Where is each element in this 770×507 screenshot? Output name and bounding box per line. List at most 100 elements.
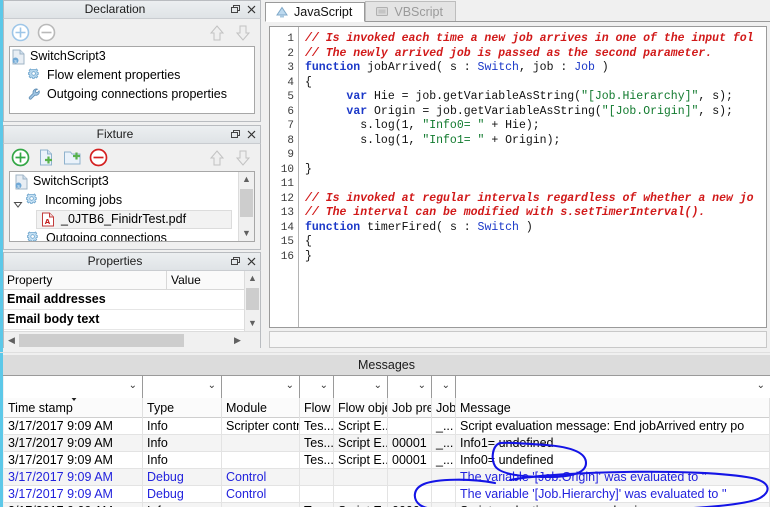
chevron-down-icon: ⌄ xyxy=(128,380,137,391)
cell-timestamp: 3/17/2017 9:09 AM xyxy=(4,469,143,485)
cell-type: Info xyxy=(143,435,222,451)
fixture-vertical-scrollbar[interactable]: ▲ ▼ xyxy=(238,172,254,241)
code-token: Hie = job.getVariableAsString( xyxy=(374,90,582,103)
column-header-property[interactable]: Property xyxy=(4,271,167,289)
tree-item-switchscript3[interactable]: s SwitchScript3 xyxy=(10,47,254,66)
editor-horizontal-scrollbar[interactable] xyxy=(269,331,767,348)
column-header-job[interactable]: Job xyxy=(432,398,456,418)
properties-row[interactable]: Email body text xyxy=(4,310,260,330)
close-icon[interactable] xyxy=(246,4,257,15)
gear-icon xyxy=(25,192,42,209)
cell-module xyxy=(222,503,300,507)
tree-item-switchscript3[interactable]: s SwitchScript3 xyxy=(10,172,254,191)
messages-filter-row: ⌄ ⌄ ⌄ ⌄ ⌄ ⌄ ⌄ ⌄ xyxy=(4,376,770,398)
filter-dropdown-job[interactable]: ⌄ xyxy=(432,376,456,398)
remove-icon[interactable] xyxy=(36,22,57,43)
filter-dropdown-type[interactable]: ⌄ xyxy=(143,376,222,398)
cell-module: Scripter control xyxy=(222,418,300,434)
properties-horizontal-scrollbar[interactable]: ◀ ▶ xyxy=(4,331,260,349)
column-header-job-pre[interactable]: Job pre xyxy=(388,398,432,418)
scroll-down-button[interactable]: ▼ xyxy=(245,316,260,331)
tree-item-flow-element-properties[interactable]: Flow element properties xyxy=(10,66,254,85)
move-up-icon[interactable] xyxy=(206,22,228,44)
table-row[interactable]: 3/17/2017 9:09 AMInfoScripter controlTes… xyxy=(4,418,770,435)
table-row[interactable]: 3/17/2017 9:09 AMInfo Tes...Script E...00… xyxy=(4,452,770,469)
fixture-tree[interactable]: s SwitchScript3 Incoming jobs A _0JTB6_F… xyxy=(9,171,255,242)
code-line: } xyxy=(305,163,766,178)
code-token: ) xyxy=(518,220,533,234)
add-file-icon[interactable] xyxy=(36,147,57,168)
float-icon[interactable] xyxy=(229,4,240,15)
declaration-toolbar xyxy=(4,19,260,46)
add-icon[interactable] xyxy=(10,22,31,43)
float-icon[interactable] xyxy=(229,129,240,140)
line-number: 16 xyxy=(280,250,294,263)
cell-job-prefix xyxy=(388,486,432,502)
properties-grid[interactable]: Property Value Email addresses Email bod… xyxy=(3,270,261,349)
column-header-label: Flow obje xyxy=(338,401,388,415)
code-token: // The newly arrived job is passed as th… xyxy=(305,46,713,60)
cell-job-prefix: 00001 xyxy=(388,503,432,507)
tab-javascript[interactable]: JavaScript xyxy=(265,2,366,22)
scroll-thumb[interactable] xyxy=(240,189,253,217)
scroll-left-button[interactable]: ◀ xyxy=(4,333,19,348)
tree-item-pdf-file[interactable]: A _0JTB6_FinidrTest.pdf xyxy=(36,210,232,229)
code-text-area[interactable]: // Is invoked each time a new job arrive… xyxy=(299,27,766,327)
filter-dropdown-flow-obje[interactable]: ⌄ xyxy=(334,376,388,398)
code-line: // The newly arrived job is passed as th… xyxy=(305,47,766,62)
fixture-panel-titlebar: Fixture xyxy=(3,125,261,143)
filter-dropdown-module[interactable]: ⌄ xyxy=(222,376,300,398)
column-header-flow-obje[interactable]: Flow obje xyxy=(334,398,388,418)
cell-flow-object: Script E... xyxy=(334,418,388,434)
scroll-right-button[interactable]: ▶ xyxy=(230,333,245,348)
column-header-flow[interactable]: Flow xyxy=(300,398,334,418)
cell-type: Debug xyxy=(143,469,222,485)
remove-icon[interactable] xyxy=(88,147,109,168)
properties-vertical-scrollbar[interactable]: ▲ ▼ xyxy=(244,271,260,331)
column-header-type[interactable]: Type xyxy=(143,398,222,418)
move-up-icon[interactable] xyxy=(206,147,228,169)
code-token: , s); xyxy=(698,90,733,103)
filter-dropdown-flow[interactable]: ⌄ xyxy=(300,376,334,398)
close-icon[interactable] xyxy=(246,256,257,267)
line-number: 10 xyxy=(280,163,294,176)
scroll-down-button[interactable]: ▼ xyxy=(239,226,254,241)
scroll-track[interactable] xyxy=(19,333,230,348)
declaration-tree[interactable]: s SwitchScript3 Flow element properties xyxy=(9,46,255,114)
move-down-icon[interactable] xyxy=(232,147,254,169)
tree-item-incoming-jobs[interactable]: Incoming jobs xyxy=(10,191,254,210)
switch-scripter-window: Declaration s SwitchScript3 Flow element… xyxy=(0,0,770,507)
scroll-thumb[interactable] xyxy=(19,334,184,347)
column-header-module[interactable]: Module xyxy=(222,398,300,418)
tree-item-outgoing-connections-properties[interactable]: Outgoing connections properties xyxy=(10,85,254,104)
tab-vbscript[interactable]: VBScript xyxy=(365,1,456,21)
code-token: var xyxy=(346,104,375,118)
filter-dropdown-message[interactable]: ⌄ xyxy=(456,376,770,398)
column-header-message[interactable]: Message xyxy=(456,398,770,418)
move-down-icon[interactable] xyxy=(232,22,254,44)
javascript-icon xyxy=(275,6,289,19)
properties-row[interactable]: Email addresses xyxy=(4,290,260,310)
add-icon[interactable] xyxy=(10,147,31,168)
table-row[interactable]: 3/17/2017 9:09 AMInfo Tes...Script E...00… xyxy=(4,435,770,452)
table-row[interactable]: 3/17/2017 9:09 AM Debug Control The variabl… xyxy=(4,486,770,503)
scroll-thumb[interactable] xyxy=(246,288,259,310)
messages-table-body[interactable]: 3/17/2017 9:09 AMInfoScripter controlTes… xyxy=(4,418,770,507)
tree-item-label: Flow element properties xyxy=(47,68,181,82)
filter-dropdown-time-stamp[interactable]: ⌄ xyxy=(4,376,143,398)
scroll-up-button[interactable]: ▲ xyxy=(245,271,260,286)
filter-dropdown-job-pre[interactable]: ⌄ xyxy=(388,376,432,398)
close-icon[interactable] xyxy=(246,129,257,140)
table-row[interactable]: 3/17/2017 9:09 AM Debug Control The variabl… xyxy=(4,469,770,486)
code-editor[interactable]: 1 2 3 4 5 6 7 8 9 10 11 12 13 14 15 16 // Is invoked ea… xyxy=(269,26,767,328)
cell-message: The variable '[Job.Origin]' was evaluate… xyxy=(456,469,770,485)
expand-triangle-icon[interactable] xyxy=(13,196,23,208)
chevron-down-icon: ⌄ xyxy=(373,380,382,391)
scroll-up-button[interactable]: ▲ xyxy=(239,172,254,187)
add-folder-icon[interactable] xyxy=(62,147,83,168)
column-header-time-stamp[interactable]: Time stamp xyxy=(4,398,143,418)
table-row[interactable]: 3/17/2017 9:09 AMInfo Tes...Script E...00… xyxy=(4,503,770,507)
cell-job-prefix: 00001 xyxy=(388,452,432,468)
tree-item-outgoing-connections[interactable]: Outgoing connections xyxy=(10,229,254,241)
float-icon[interactable] xyxy=(229,256,240,267)
